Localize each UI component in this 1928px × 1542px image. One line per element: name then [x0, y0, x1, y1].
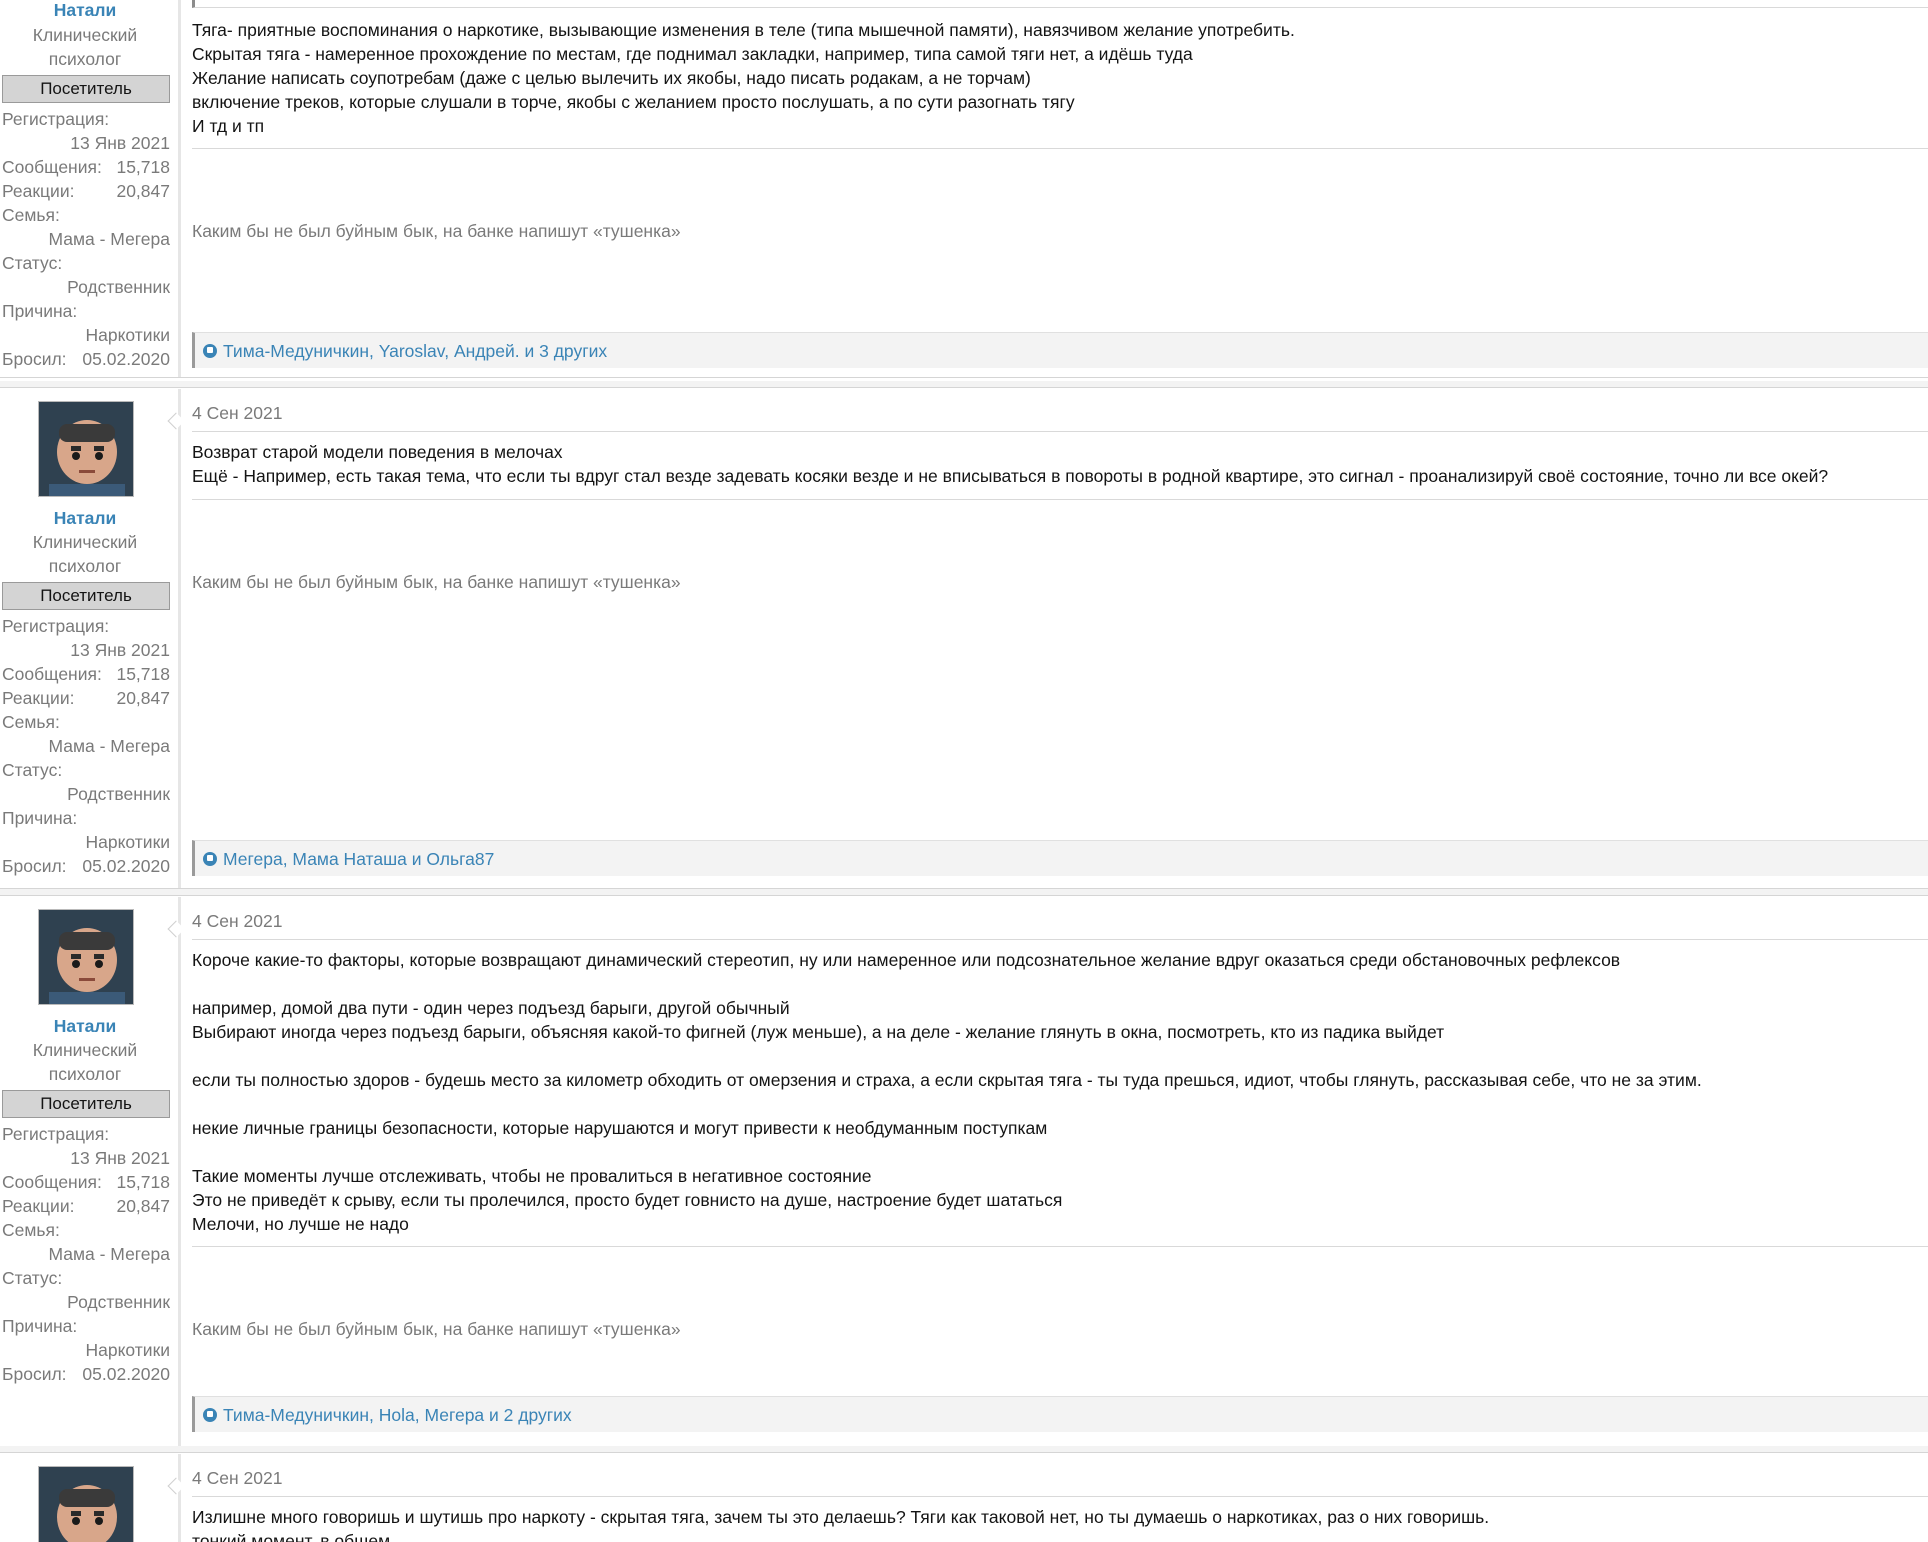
msgs-value[interactable]: 15,718: [116, 1170, 170, 1194]
user-fields: Регистрация: 13 Янв 2021 Сообщения: 15,71…: [2, 614, 170, 878]
quit-label: Бросил:: [2, 1364, 67, 1384]
like-icon: [203, 852, 217, 866]
quit-label: Бросил:: [2, 349, 67, 369]
post: Натали Клинический психолог Посетитель Р…: [0, 0, 1928, 378]
signature-divider: [192, 499, 1928, 500]
likes-bar: Тима-Медуничкин, Hola, Мегера и 2 других: [192, 1396, 1928, 1432]
user-avatar[interactable]: [38, 909, 134, 1005]
user-info-panel: [0, 1454, 181, 1542]
msgs-value[interactable]: 15,718: [116, 662, 170, 686]
reg-value: 13 Янв 2021: [70, 1148, 170, 1168]
msgs-value[interactable]: 15,718: [116, 155, 170, 179]
msgs-label: Сообщения:: [2, 157, 102, 177]
header-divider: [192, 431, 1928, 432]
post: 4 Сен 2021 Излишне много говоришь и шути…: [0, 1454, 1928, 1542]
message-body: Короче какие-то факторы, которые возвращ…: [192, 950, 1702, 1234]
message-body: Тяга- приятные воспоминания о наркотике,…: [192, 20, 1295, 136]
quit-value: 05.02.2020: [82, 856, 170, 876]
signature-divider: [192, 148, 1928, 149]
react-value: 20,847: [116, 181, 170, 201]
quit-label: Бросил:: [2, 856, 67, 876]
avatar-image: [39, 910, 133, 1004]
react-label: Реакции:: [2, 688, 75, 708]
like-icon: [203, 1408, 217, 1422]
likes-users-link[interactable]: Тима-Медуничкин, Yaroslav, Андрей. и 3 д…: [223, 341, 607, 361]
post-separator: [0, 1446, 1928, 1453]
post-separator: [0, 889, 1928, 896]
family-value: Мама - Мегера: [48, 736, 170, 756]
likes-bar: Мегера, Мама Наташа и Ольга87: [192, 840, 1928, 876]
reason-value: Наркотики: [85, 832, 170, 852]
post: Натали Клинический психолог Посетитель Р…: [0, 897, 1928, 1450]
status-value: Родственник: [67, 1292, 170, 1312]
family-value: Мама - Мегера: [48, 229, 170, 249]
post-separator: [0, 381, 1928, 388]
post-date[interactable]: 4 Сен 2021: [192, 911, 282, 932]
family-label: Семья:: [2, 712, 60, 732]
username-link[interactable]: Натали: [0, 0, 170, 21]
user-group-badge: Посетитель: [2, 1090, 170, 1118]
reason-label: Причина:: [2, 301, 78, 321]
quit-value: 05.02.2020: [82, 1364, 170, 1384]
react-label: Реакции:: [2, 181, 75, 201]
reg-label: Регистрация:: [2, 616, 110, 636]
reason-value: Наркотики: [85, 1340, 170, 1360]
user-group-badge: Посетитель: [2, 75, 170, 103]
likes-bar: Тима-Медуничкин, Yaroslav, Андрей. и 3 д…: [192, 332, 1928, 368]
user-title: Клинический психолог: [32, 532, 138, 576]
quit-value: 05.02.2020: [82, 349, 170, 369]
post-top-border: [192, 0, 1928, 8]
family-label: Семья:: [2, 1220, 60, 1240]
post-date[interactable]: 4 Сен 2021: [192, 403, 282, 424]
like-icon: [203, 344, 217, 358]
reason-label: Причина:: [2, 1316, 78, 1336]
username-link[interactable]: Натали: [0, 508, 170, 529]
reg-value: 13 Янв 2021: [70, 133, 170, 153]
msgs-label: Сообщения:: [2, 664, 102, 684]
reg-value: 13 Янв 2021: [70, 640, 170, 660]
signature: Каким бы не был буйным бык, на банке нап…: [192, 572, 681, 592]
message-body: Излишне много говоришь и шутишь про нарк…: [192, 1507, 1490, 1542]
family-value: Мама - Мегера: [48, 1244, 170, 1264]
message-body: Возврат старой модели поведения в мелоча…: [192, 442, 1829, 486]
status-label: Статус:: [2, 1268, 63, 1288]
post: Натали Клинический психолог Посетитель Р…: [0, 389, 1928, 889]
header-divider: [192, 1496, 1928, 1497]
user-group-badge: Посетитель: [2, 582, 170, 610]
status-value: Родственник: [67, 784, 170, 804]
user-avatar[interactable]: [38, 401, 134, 497]
status-label: Статус:: [2, 253, 63, 273]
react-value: 20,847: [116, 688, 170, 708]
user-fields: Регистрация: 13 Янв 2021 Сообщения: 15,71…: [2, 1122, 170, 1386]
avatar-image: [39, 1467, 133, 1542]
reg-label: Регистрация:: [2, 1124, 110, 1144]
react-label: Реакции:: [2, 1196, 75, 1216]
user-avatar[interactable]: [38, 1466, 134, 1542]
reg-label: Регистрация:: [2, 109, 110, 129]
reason-value: Наркотики: [85, 325, 170, 345]
username-link[interactable]: Натали: [0, 1016, 170, 1037]
signature: Каким бы не был буйным бык, на банке нап…: [192, 221, 681, 241]
user-info-panel: Натали Клинический психолог Посетитель Р…: [0, 897, 181, 1449]
post-date[interactable]: 4 Сен 2021: [192, 1468, 282, 1489]
likes-users-link[interactable]: Мегера, Мама Наташа и Ольга87: [223, 849, 494, 869]
signature-divider: [192, 1246, 1928, 1247]
user-info-panel: Натали Клинический психолог Посетитель Р…: [0, 0, 181, 377]
header-divider: [192, 939, 1928, 940]
status-label: Статус:: [2, 760, 63, 780]
user-info-panel: Натали Клинический психолог Посетитель Р…: [0, 389, 181, 888]
user-title: Клинический психолог: [32, 25, 138, 69]
likes-users-link[interactable]: Тима-Медуничкин, Hola, Мегера и 2 других: [223, 1405, 572, 1425]
user-fields: Регистрация: 13 Янв 2021 Сообщения: 15,71…: [2, 107, 170, 371]
status-value: Родственник: [67, 277, 170, 297]
reason-label: Причина:: [2, 808, 78, 828]
avatar-image: [39, 402, 133, 496]
signature: Каким бы не был буйным бык, на банке нап…: [192, 1319, 681, 1339]
react-value: 20,847: [116, 1196, 170, 1216]
family-label: Семья:: [2, 205, 60, 225]
msgs-label: Сообщения:: [2, 1172, 102, 1192]
user-title: Клинический психолог: [32, 1040, 138, 1084]
